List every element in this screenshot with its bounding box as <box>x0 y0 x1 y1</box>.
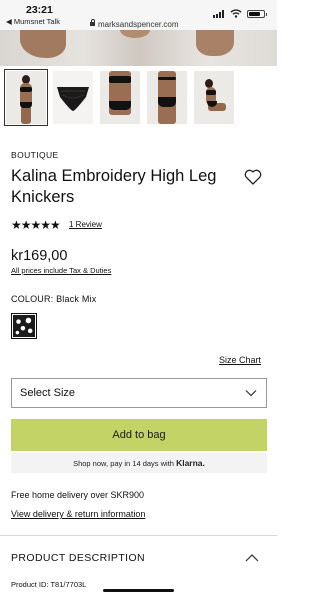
home-indicator <box>103 589 174 592</box>
size-chart-link[interactable]: Size Chart <box>219 355 261 365</box>
colour-swatch-black-mix[interactable] <box>11 313 37 339</box>
tax-note-link[interactable]: All prices include Tax & Duties <box>11 266 111 275</box>
rating-stars: ★★★★★ <box>11 218 61 232</box>
battery-level <box>249 12 260 16</box>
chevron-down-icon <box>245 390 257 397</box>
free-delivery-text: Free home delivery over SKR900 <box>11 490 145 500</box>
lock-icon <box>90 19 95 26</box>
hero-product-image[interactable] <box>0 30 277 66</box>
hero-figure-part <box>196 30 234 56</box>
delivery-info-link[interactable]: View delivery & return information <box>11 509 145 519</box>
product-description-toggle[interactable]: PRODUCT DESCRIPTION <box>0 536 277 576</box>
thumbnail-2[interactable] <box>53 71 93 124</box>
hero-figure-part <box>120 30 150 38</box>
product-title: Kalina Embroidery High Leg Knickers <box>11 167 217 206</box>
url-text: marksandspencer.com <box>98 20 179 29</box>
status-bar: 23:21 ◀ Mumsnet Talk marksandspencer.com <box>0 0 277 30</box>
thumbnail-4[interactable] <box>147 71 187 124</box>
swatch-pattern <box>13 315 35 337</box>
chevron-up-icon <box>245 554 259 562</box>
thumbnail-3[interactable] <box>100 71 140 124</box>
reviews-link[interactable]: 1 Review <box>69 220 102 229</box>
thumbnail-1[interactable] <box>4 69 48 126</box>
product-price: kr169,00 <box>11 248 68 264</box>
klarna-logo: Klarna. <box>176 458 205 468</box>
cellular-signal-icon <box>213 10 227 18</box>
heart-icon[interactable] <box>243 167 263 187</box>
klarna-banner: Shop now, pay in 14 days with Klarna. <box>11 453 267 473</box>
back-to-app-link[interactable]: ◀ Mumsnet Talk <box>6 17 60 26</box>
size-select[interactable]: Select Size <box>11 378 267 408</box>
product-description-title: PRODUCT DESCRIPTION <box>11 552 145 564</box>
address-bar[interactable]: marksandspencer.com <box>90 19 179 29</box>
thumbnail-5[interactable] <box>194 71 234 124</box>
hero-figure-part <box>20 30 66 58</box>
wifi-icon <box>230 9 242 18</box>
size-select-label: Select Size <box>20 387 76 399</box>
thumbnail-strip <box>4 69 271 126</box>
battery-icon <box>247 10 267 18</box>
klarna-text: Shop now, pay in 14 days with <box>73 459 174 468</box>
product-id: Product ID: T81/7703L <box>11 580 87 589</box>
status-time: 23:21 <box>26 4 53 16</box>
add-to-bag-button[interactable]: Add to bag <box>11 419 267 451</box>
colour-label: COLOUR: Black Mix <box>11 294 97 304</box>
brand-label: BOUTIQUE <box>11 150 59 160</box>
